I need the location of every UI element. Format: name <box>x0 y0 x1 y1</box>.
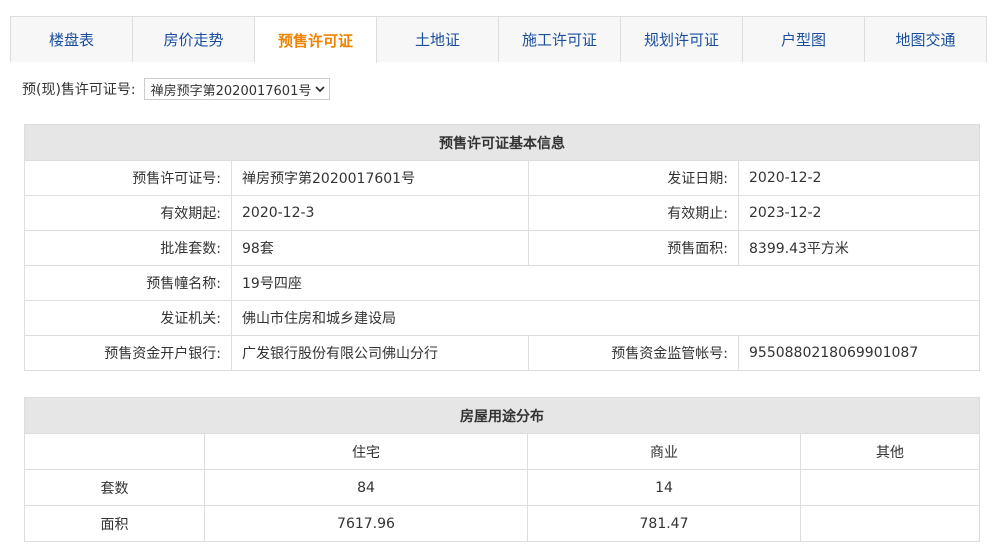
approved-units-label: 批准套数: <box>24 230 232 266</box>
table-row: 预售资金开户银行: 广发银行股份有限公司佛山分行 预售资金监管帐号: 95508… <box>24 335 980 371</box>
building-name-label: 预售幢名称: <box>24 265 232 301</box>
escrow-account-value: 9550880218069901087 <box>738 335 980 371</box>
table-row: 批准套数: 98套 预售面积: 8399.43平方米 <box>24 230 980 266</box>
units-residential: 84 <box>204 469 528 506</box>
permit-no-value: 禅房预字第2020017601号 <box>231 160 529 196</box>
tab-floor-plans[interactable]: 户型图 <box>743 16 865 62</box>
tab-price-trend[interactable]: 房价走势 <box>133 16 255 62</box>
usage-distribution-table: 房屋用途分布 住宅 商业 其他 套数 84 14 面积 7617.96 781.… <box>24 397 980 542</box>
usage-col-commercial: 商业 <box>527 433 801 470</box>
issue-date-value: 2020-12-2 <box>738 160 980 196</box>
issuing-authority-label: 发证机关: <box>24 300 232 336</box>
table-row: 面积 7617.96 781.47 <box>24 505 980 542</box>
valid-to-value: 2023-12-2 <box>738 195 980 231</box>
escrow-account-label: 预售资金监管帐号: <box>528 335 739 371</box>
usage-col-residential: 住宅 <box>204 433 528 470</box>
table-header-row: 住宅 商业 其他 <box>24 433 980 470</box>
tab-bar: 楼盘表 房价走势 预售许可证 土地证 施工许可证 规划许可证 户型图 地图交通 <box>10 16 987 63</box>
chevron-down-icon <box>315 85 325 93</box>
permit-number-select[interactable]: 禅房预字第2020017601号 <box>143 78 331 100</box>
units-row-label: 套数 <box>24 469 205 506</box>
approved-units-value: 98套 <box>231 230 529 266</box>
table-row: 预售幢名称: 19号四座 <box>24 265 980 301</box>
usage-col-other: 其他 <box>800 433 980 470</box>
permit-selector-row: 预(现)售许可证号: 禅房预字第2020017601号 <box>22 78 331 100</box>
permit-number-selected: 禅房预字第2020017601号 <box>150 83 312 99</box>
building-name-value: 19号四座 <box>231 265 980 301</box>
usage-title: 房屋用途分布 <box>24 397 980 434</box>
valid-from-label: 有效期起: <box>24 195 232 231</box>
tab-construction-permit[interactable]: 施工许可证 <box>499 16 621 62</box>
tab-presale-permit[interactable]: 预售许可证 <box>255 16 377 63</box>
presale-area-label: 预售面积: <box>528 230 739 266</box>
basic-info-title: 预售许可证基本信息 <box>24 124 980 161</box>
tab-land-certificate[interactable]: 土地证 <box>377 16 499 62</box>
valid-to-label: 有效期止: <box>528 195 739 231</box>
table-row: 预售许可证号: 禅房预字第2020017601号 发证日期: 2020-12-2 <box>24 160 980 196</box>
area-residential: 7617.96 <box>204 505 528 542</box>
tab-planning-permit[interactable]: 规划许可证 <box>621 16 743 62</box>
permit-selector-label: 预(现)售许可证号: <box>22 82 136 98</box>
area-commercial: 781.47 <box>527 505 801 542</box>
usage-col-blank <box>24 433 205 470</box>
table-row: 有效期起: 2020-12-3 有效期止: 2023-12-2 <box>24 195 980 231</box>
bank-value: 广发银行股份有限公司佛山分行 <box>231 335 529 371</box>
issuing-authority-value: 佛山市住房和城乡建设局 <box>231 300 980 336</box>
basic-info-table: 预售许可证基本信息 预售许可证号: 禅房预字第2020017601号 发证日期:… <box>24 124 980 371</box>
table-row: 套数 84 14 <box>24 469 980 506</box>
tab-building-table[interactable]: 楼盘表 <box>10 16 133 62</box>
area-row-label: 面积 <box>24 505 205 542</box>
tab-map-traffic[interactable]: 地图交通 <box>865 16 987 62</box>
issue-date-label: 发证日期: <box>528 160 739 196</box>
valid-from-value: 2020-12-3 <box>231 195 529 231</box>
area-other <box>800 505 980 542</box>
units-other <box>800 469 980 506</box>
bank-label: 预售资金开户银行: <box>24 335 232 371</box>
table-row: 发证机关: 佛山市住房和城乡建设局 <box>24 300 980 336</box>
presale-area-value: 8399.43平方米 <box>738 230 980 266</box>
permit-no-label: 预售许可证号: <box>24 160 232 196</box>
units-commercial: 14 <box>527 469 801 506</box>
